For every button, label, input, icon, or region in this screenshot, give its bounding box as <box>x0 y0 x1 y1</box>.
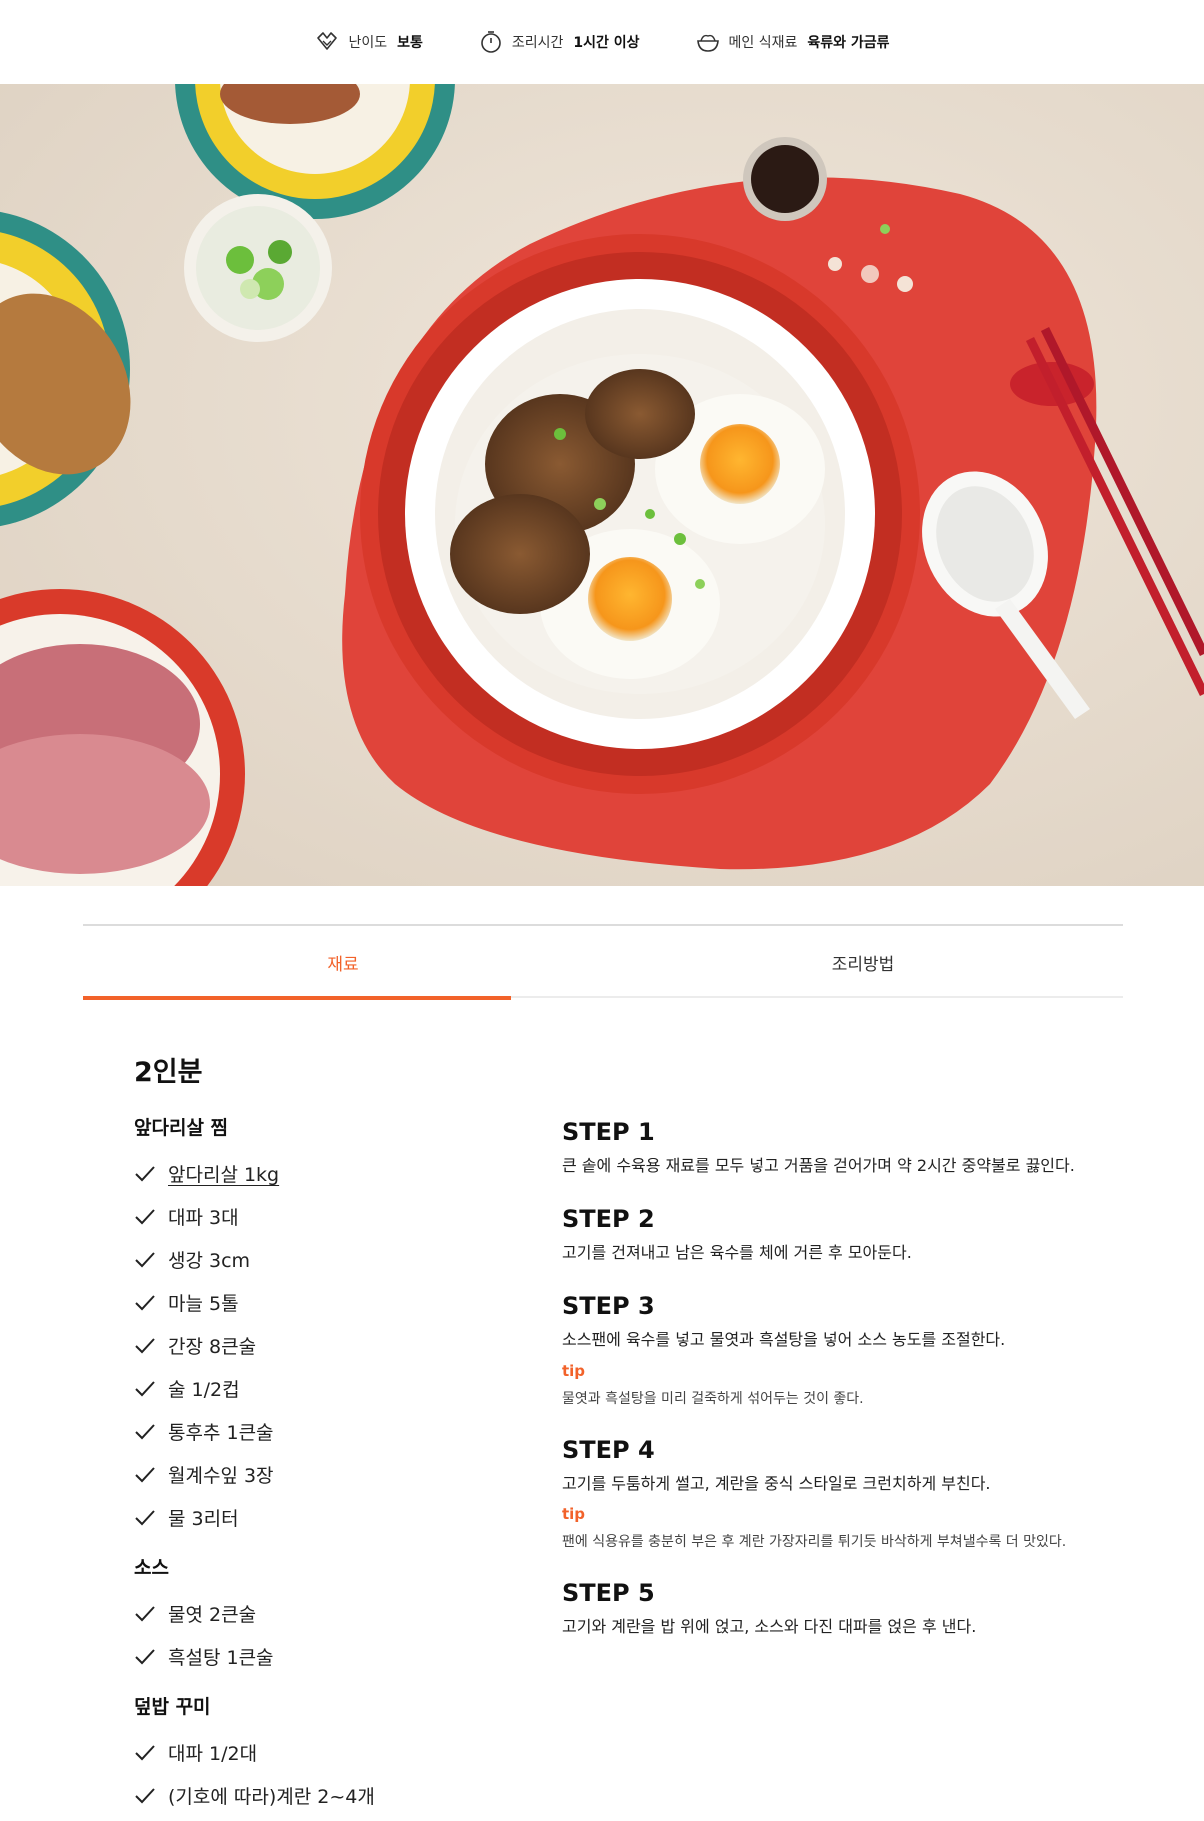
tip-label: tip <box>562 1361 586 1380</box>
tab-cooking-method[interactable]: 조리방법 <box>603 926 1123 998</box>
ingredient-item: 앞다리살 1kg <box>134 1152 514 1195</box>
step-description: 소스팬에 육수를 넣고 물엿과 흑설탕을 넣어 소스 농도를 조절한다. <box>562 1330 1006 1350</box>
ingredient-item: (기호에 따라)계란 2~4개 <box>134 1774 514 1817</box>
recipe-meta-bar: 난이도 보통 조리시간 1시간 이상 메인 식재료 육류와 가금류 <box>0 0 1204 84</box>
meta-main-ingredient: 메인 식재료 육류와 가금류 <box>695 29 890 55</box>
ingredient-item: 술 1/2컵 <box>134 1367 514 1410</box>
ingredient-label: 대파 3대 <box>168 1207 239 1229</box>
step-title: STEP 3 <box>562 1292 655 1321</box>
tip-label: tip <box>562 1504 586 1523</box>
step-description: 고기를 두툼하게 썰고, 계란을 중식 스타일로 크런치하게 부친다. <box>562 1473 991 1493</box>
check-icon <box>135 1648 155 1664</box>
step-title: STEP 4 <box>562 1435 655 1464</box>
check-icon <box>135 1208 155 1224</box>
recipe-step: STEP 2 고기를 건져내고 남은 육수를 체에 거른 후 모아둔다. <box>562 1205 1122 1264</box>
ingredient-groups: 앞다리살 찜앞다리살 1kg 대파 3대생강 3cm 마늘 5톨간장 8큰술술 1/… <box>134 1113 514 1817</box>
tip-text: 팬에 식용유를 충분히 부은 후 계란 가장자리를 튀기듯 바삭하게 부쳐낼수록… <box>562 1533 1067 1550</box>
ingredient-item: 대파 1/2대 <box>134 1731 514 1774</box>
check-icon <box>135 1380 155 1396</box>
ingredient-label: 물엿 2큰술 <box>168 1604 257 1626</box>
ingredient-label: 술 1/2컵 <box>168 1379 240 1401</box>
check-icon <box>135 1423 155 1439</box>
check-icon <box>135 1744 155 1760</box>
check-icon <box>135 1251 155 1267</box>
servings-title: 2인분 <box>134 1057 203 1088</box>
step-title: STEP 2 <box>562 1205 655 1234</box>
ingredient-group-title: 덮밥 꾸미 <box>134 1696 211 1718</box>
ingredient-group-title: 앞다리살 찜 <box>134 1117 229 1139</box>
ingredient-label[interactable]: 앞다리살 1kg <box>168 1160 279 1187</box>
meta-time-label: 조리시간 <box>511 35 564 51</box>
ingredient-list: 대파 1/2대 (기호에 따라)계란 2~4개 <box>134 1731 514 1817</box>
ingredient-label: 흑설탕 1큰술 <box>168 1647 274 1669</box>
meta-difficulty-label: 난이도 <box>348 35 388 51</box>
check-icon <box>135 1165 155 1181</box>
meta-time: 조리시간 1시간 이상 <box>478 29 640 55</box>
ingredient-label: 대파 1/2대 <box>168 1743 258 1765</box>
ingredient-label: 물 3리터 <box>168 1508 239 1530</box>
ingredient-item: 흑설탕 1큰술 <box>134 1635 514 1678</box>
check-icon <box>135 1509 155 1525</box>
ingredient-label: 간장 8큰술 <box>168 1336 257 1358</box>
ingredient-item: 간장 8큰술 <box>134 1324 514 1367</box>
meta-difficulty-value: 보통 <box>397 35 423 51</box>
bowl-icon <box>696 34 719 52</box>
ingredient-item: 생강 3cm <box>134 1238 514 1281</box>
tip-text: 물엿과 흑설탕을 미리 걸죽하게 섞어두는 것이 좋다. <box>562 1390 864 1407</box>
hero-food-image <box>0 84 1204 886</box>
meta-difficulty: 난이도 보통 <box>314 29 423 55</box>
tab-ingredients[interactable]: 재료 <box>83 926 603 1000</box>
ingredient-item: 통후추 1큰술 <box>134 1410 514 1453</box>
check-icon <box>135 1787 155 1803</box>
ingredient-item: 마늘 5톨 <box>134 1281 514 1324</box>
recipe-step: STEP 5 고기와 계란을 밥 위에 얹고, 소스와 다진 대파를 얹은 후 낸… <box>562 1579 1122 1638</box>
step-description: 큰 솥에 수육용 재료를 모두 넣고 거품을 걷어가며 약 2시간 중약불로 끓… <box>562 1156 1075 1175</box>
step-title: STEP 1 <box>562 1118 655 1146</box>
meta-main-ingredient-label: 메인 식재료 <box>728 35 798 51</box>
step-title: STEP 5 <box>562 1578 655 1607</box>
ingredients-panel: 2인분 앞다리살 찜앞다리살 1kg 대파 3대생강 3cm 마늘 5톨간장 8큰술… <box>134 1050 514 1821</box>
ingredient-label: (기호에 따라)계란 2~4개 <box>168 1786 375 1808</box>
recipe-step: STEP 4 고기를 두툼하게 썰고, 계란을 중식 스타일로 크런치하게 부친다… <box>562 1436 1122 1551</box>
ingredient-label: 통후추 1큰술 <box>168 1422 274 1444</box>
recipe-step: STEP 1 큰 솥에 수육용 재료를 모두 넣고 거품을 걷어가며 약 2시간 … <box>562 1118 1122 1177</box>
hands-icon <box>317 32 338 50</box>
step-description: 고기와 계란을 밥 위에 얹고, 소스와 다진 대파를 얹은 후 낸다. <box>562 1616 977 1636</box>
ingredient-label: 생강 3cm <box>168 1250 251 1272</box>
step-description: 고기를 건져내고 남은 육수를 체에 거른 후 모아둔다. <box>562 1243 912 1263</box>
check-icon <box>135 1294 155 1310</box>
ingredient-label: 월계수잎 3장 <box>168 1465 274 1487</box>
ingredient-list: 물엿 2큰술흑설탕 1큰술 <box>134 1592 514 1678</box>
timer-icon <box>481 31 501 53</box>
ingredient-list: 앞다리살 1kg 대파 3대생강 3cm 마늘 5톨간장 8큰술술 1/2컵통후추 … <box>134 1152 514 1539</box>
recipe-step: STEP 3 소스팬에 육수를 넣고 물엿과 흑설탕을 넣어 소스 농도를 조절한… <box>562 1292 1122 1407</box>
check-icon <box>135 1337 155 1353</box>
recipe-tabs: 재료 조리방법 <box>83 924 1123 1000</box>
ingredient-item: 물엿 2큰술 <box>134 1592 514 1635</box>
ingredient-item: 월계수잎 3장 <box>134 1453 514 1496</box>
check-icon <box>135 1466 155 1482</box>
ingredient-item: 물 3리터 <box>134 1496 514 1539</box>
ingredient-item: 대파 3대 <box>134 1195 514 1238</box>
meta-main-ingredient-value: 육류와 가금류 <box>807 35 890 51</box>
ingredient-label: 마늘 5톨 <box>168 1293 239 1315</box>
meta-time-value: 1시간 이상 <box>573 35 640 51</box>
check-icon <box>135 1605 155 1621</box>
ingredient-group-title: 소스 <box>134 1557 169 1579</box>
steps-panel: STEP 1 큰 솥에 수육용 재료를 모두 넣고 거품을 걷어가며 약 2시간 … <box>562 1118 1122 1666</box>
